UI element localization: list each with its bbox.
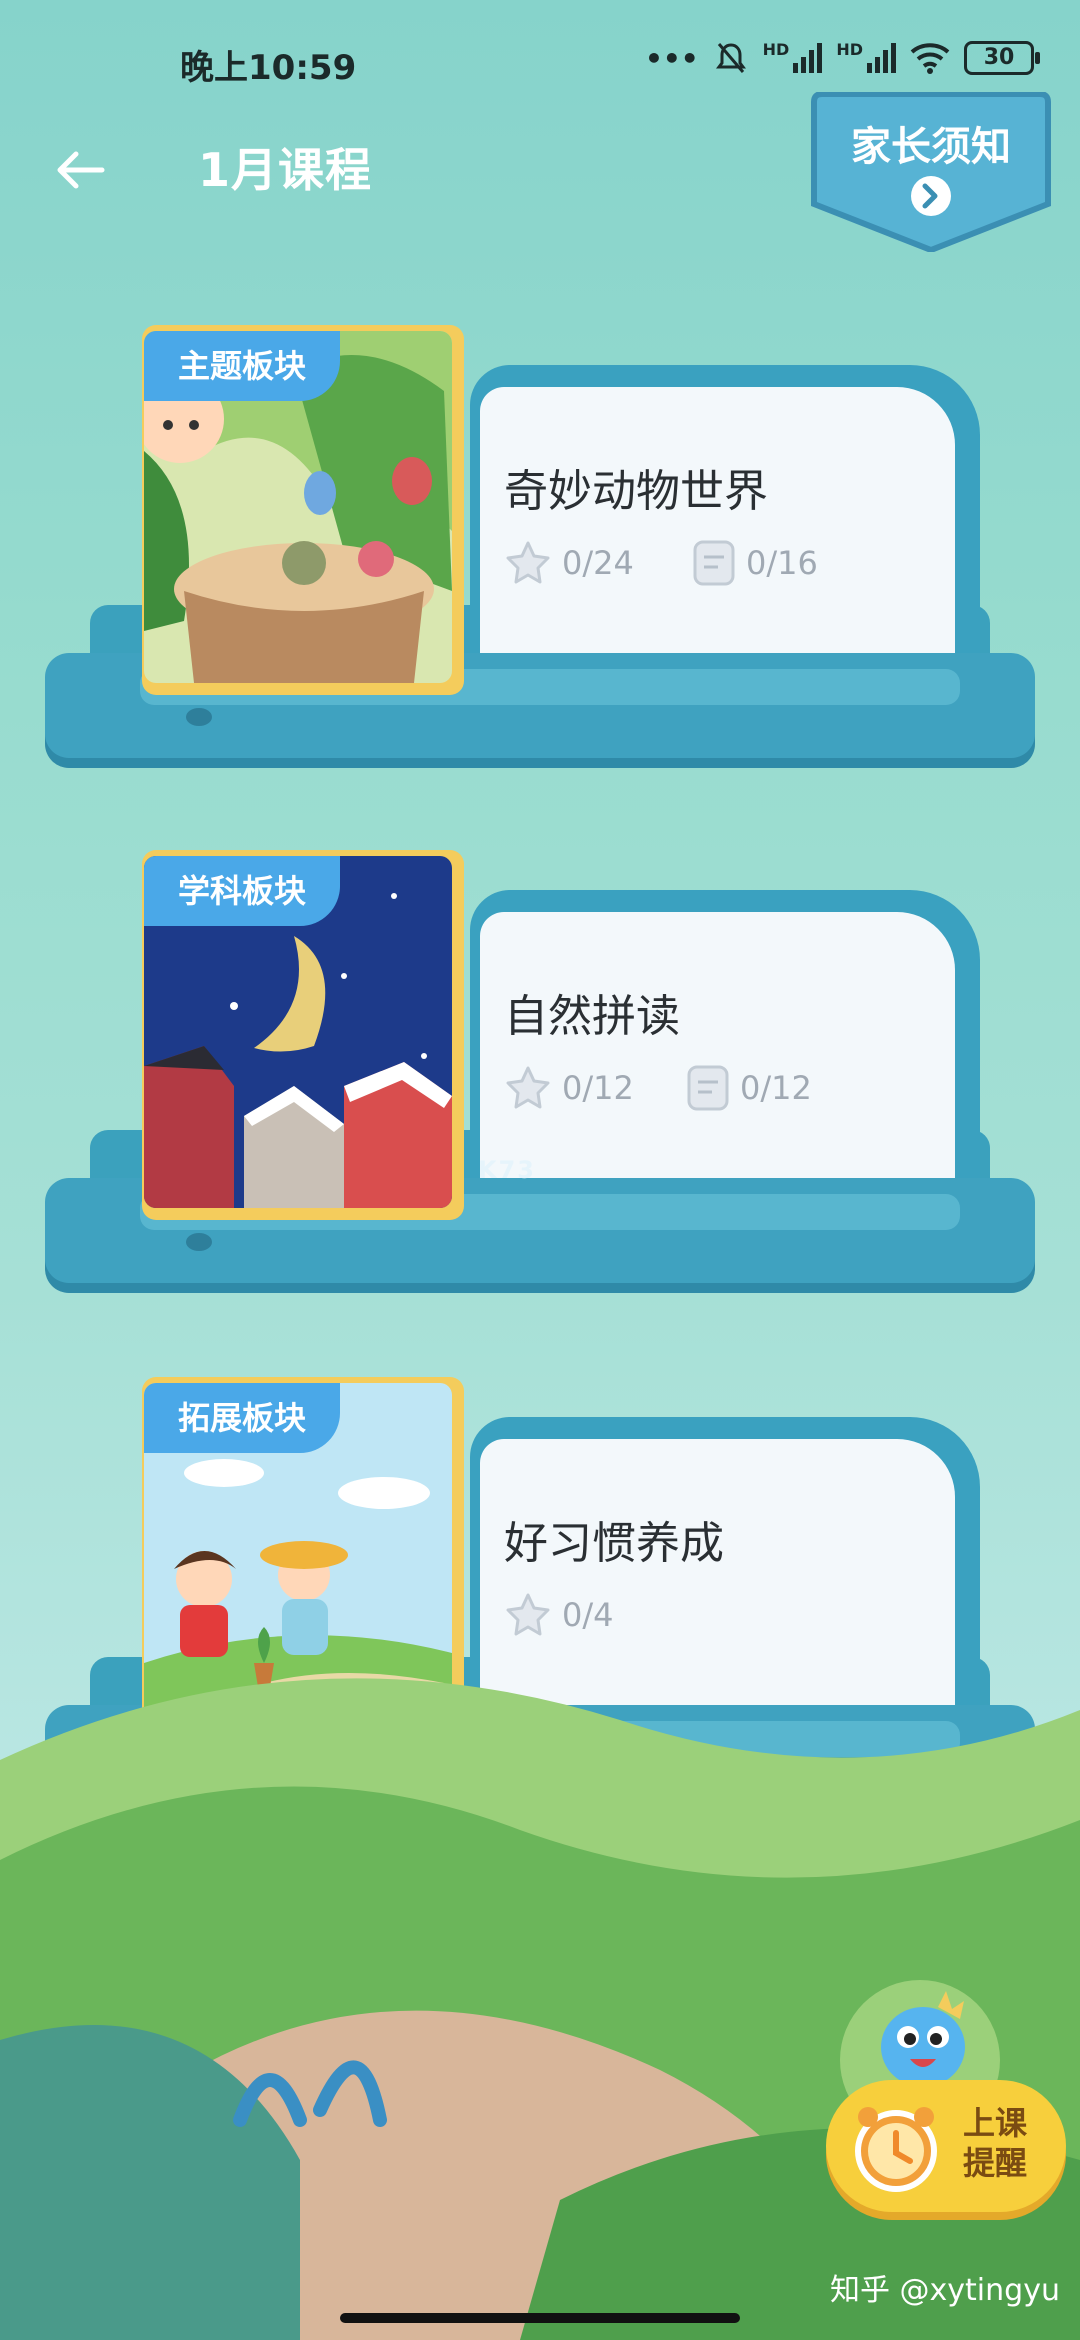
reminder-label-line2: 提醒 xyxy=(962,2144,1027,2182)
status-icons: ••• HD HD 30 xyxy=(644,40,1040,76)
task-progress: 0/12 xyxy=(686,1064,812,1112)
network-type-1: HD xyxy=(762,40,790,59)
star-progress: 0/24 xyxy=(504,539,634,587)
signal-icon-1 xyxy=(793,43,823,73)
card-panel xyxy=(480,912,955,1212)
watermark: 知乎 @xytingyu xyxy=(830,2273,1060,2308)
task-count: 0/12 xyxy=(740,1069,812,1107)
card-panel xyxy=(480,387,955,687)
mute-bell-icon xyxy=(715,43,746,73)
class-reminder-button[interactable]: 上课 提醒 xyxy=(818,1985,1068,2220)
course-tag: 主题板块 xyxy=(144,331,340,401)
parent-notice-label: 家长须知 xyxy=(851,124,1011,170)
task-count: 0/16 xyxy=(746,544,818,582)
signal-icon-2 xyxy=(867,43,896,73)
reminder-label: 上课 提醒 xyxy=(950,2103,1040,2183)
site-watermark: K73 xyxy=(478,1156,536,1184)
course-title: 好习惯养成 xyxy=(504,1518,724,1569)
back-arrow-icon[interactable] xyxy=(50,140,110,200)
battery-icon: 30 xyxy=(964,41,1040,75)
document-icon xyxy=(687,1065,729,1111)
star-progress: 0/12 xyxy=(504,1064,634,1112)
shelf-knob xyxy=(186,1233,212,1251)
course-title: 奇妙动物世界 xyxy=(504,466,768,517)
course-card[interactable]: 学科板块 自然拼读 0/12 0/12 xyxy=(40,850,1040,1300)
parent-notice-button[interactable]: 家长须知 xyxy=(806,92,1056,252)
document-icon xyxy=(693,540,735,586)
course-card[interactable]: 主题板块 奇妙动物世界 0/24 0/16 xyxy=(40,325,1040,775)
mascot-icon xyxy=(881,1991,965,2087)
alarm-clock-icon xyxy=(855,2107,937,2192)
star-count: 0/12 xyxy=(562,1069,634,1107)
reminder-label-line1: 上课 xyxy=(962,2104,1027,2142)
shelf-knob xyxy=(186,708,212,726)
star-icon xyxy=(506,541,550,584)
course-title: 自然拼读 xyxy=(504,991,680,1042)
more-dots-icon: ••• xyxy=(644,41,699,75)
course-tag: 学科板块 xyxy=(144,856,340,926)
course-tag: 拓展板块 xyxy=(144,1383,340,1453)
wifi-icon xyxy=(910,43,950,74)
page-title: 1月课程 xyxy=(198,143,373,197)
network-type-2: HD xyxy=(836,40,863,59)
hills-background xyxy=(0,1678,1080,2340)
star-count: 0/24 xyxy=(562,544,634,582)
task-progress: 0/16 xyxy=(692,539,818,587)
status-time: 晚上10:59 xyxy=(180,48,357,88)
home-indicator[interactable] xyxy=(340,2313,740,2323)
star-icon xyxy=(506,1066,550,1109)
